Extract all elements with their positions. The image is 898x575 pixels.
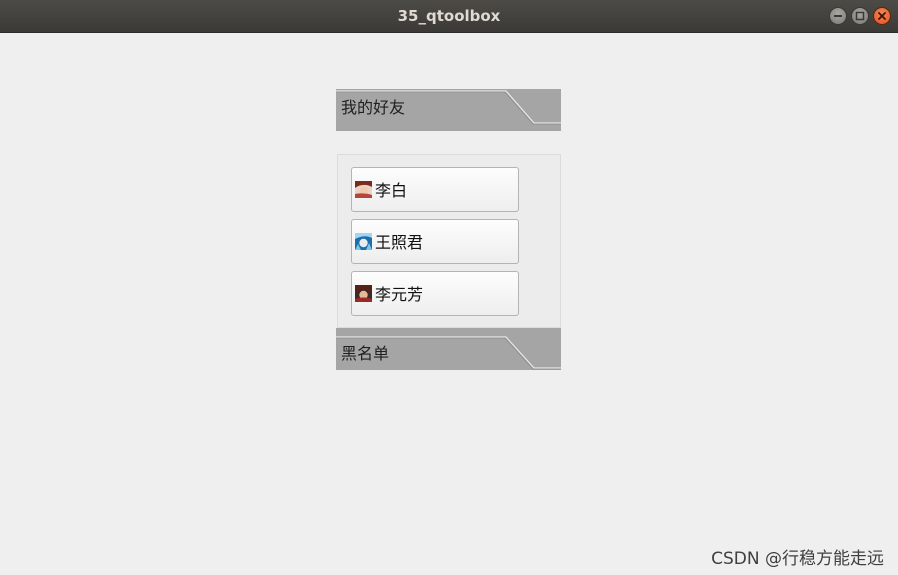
- friend-name: 李白: [375, 181, 408, 200]
- friend-button-wang-zhaojun[interactable]: 王照君: [351, 219, 519, 264]
- window-title: 35_qtoolbox: [397, 7, 501, 25]
- friends-page: 李白 王照君 李元芳: [337, 154, 561, 328]
- toolbox: 我的好友 李白 王照君 李元芳 黑名单: [336, 89, 561, 370]
- friend-button-li-bai[interactable]: 李白: [351, 167, 519, 212]
- tab-label: 我的好友: [341, 98, 406, 117]
- tab-label: 黑名单: [341, 344, 390, 363]
- avatar-li-yuanfang-icon: [355, 285, 372, 302]
- watermark: CSDN @行稳方能走远: [711, 549, 884, 569]
- minimize-icon[interactable]: [829, 7, 847, 25]
- tab-blacklist[interactable]: 黑名单: [336, 328, 561, 370]
- maximize-icon[interactable]: [851, 7, 869, 25]
- close-icon[interactable]: [873, 7, 891, 25]
- window-titlebar: 35_qtoolbox: [0, 0, 898, 33]
- friend-button-li-yuanfang[interactable]: 李元芳: [351, 271, 519, 316]
- friend-name: 李元芳: [375, 285, 424, 304]
- tab-my-friends[interactable]: 我的好友: [336, 89, 561, 131]
- avatar-wang-zhaojun-icon: [355, 233, 372, 250]
- avatar-li-bai-icon: [355, 181, 372, 198]
- friend-name: 王照君: [375, 233, 424, 252]
